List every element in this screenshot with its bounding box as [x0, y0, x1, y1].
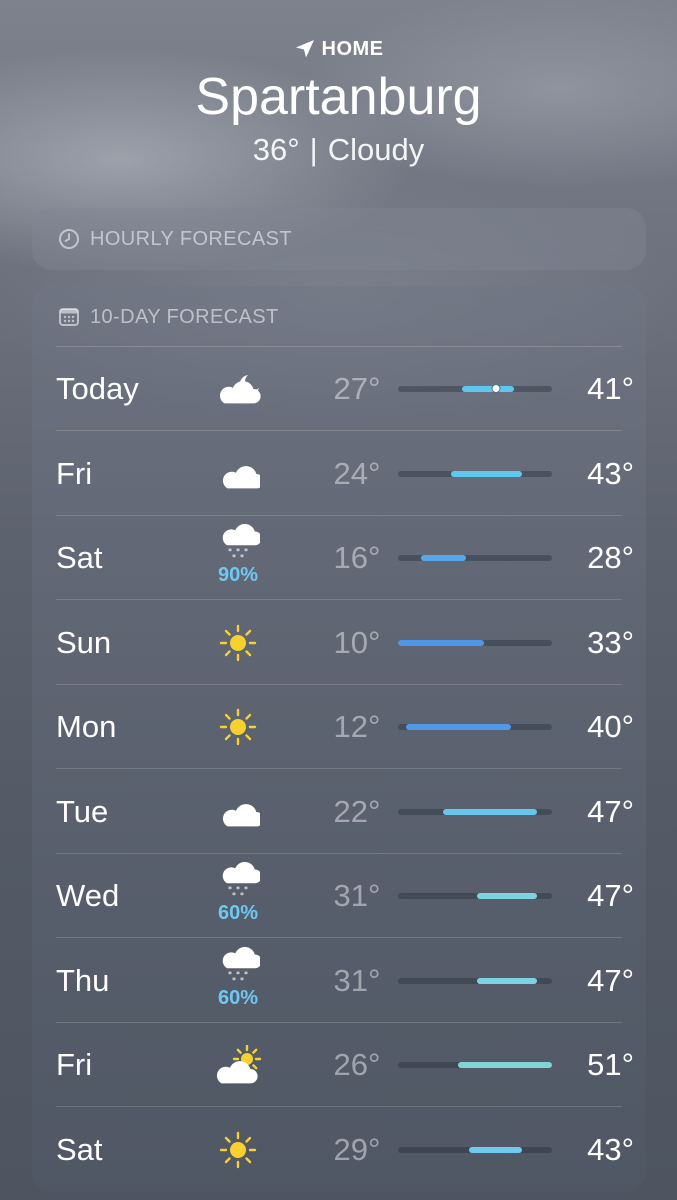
high-temperature: 51°	[587, 1047, 634, 1082]
forecast-row[interactable]: Fri 26° 51°	[32, 1023, 646, 1107]
temperature-range-bar	[420, 555, 466, 561]
forecast-day-label: Sat	[56, 540, 103, 575]
temperature-range-bar	[476, 893, 537, 899]
forecast-row[interactable]: Sat 29° 43°	[32, 1108, 646, 1192]
low-temperature: 26°	[333, 1047, 381, 1082]
current-temperature-dot	[491, 384, 501, 393]
low-temperature: 31°	[333, 962, 381, 998]
svg-text:*: *	[240, 976, 244, 985]
forecast-icon-wrap: * * * * * 60%	[206, 939, 270, 1023]
high-temperature: 41°	[587, 371, 634, 406]
precipitation-chance: 60%	[217, 986, 259, 1009]
hourly-forecast-panel[interactable]: HOURLY FORECAST	[32, 208, 646, 270]
city-name: Spartanburg	[195, 68, 482, 126]
forecast-icon-wrap	[206, 1023, 270, 1107]
svg-text:*: *	[232, 976, 236, 985]
forecast-day-label: Wed	[56, 878, 120, 913]
high-temperature: 43°	[587, 455, 634, 491]
forecast-icon-wrap	[206, 432, 270, 516]
temperature-range-bar	[405, 724, 511, 730]
summary-separator: |	[309, 132, 318, 167]
forecast-row[interactable]: Sun 10° 33°	[32, 601, 646, 685]
temperature-range-track	[398, 977, 552, 984]
high-temperature: 47°	[587, 793, 634, 829]
temperature-range-bar	[398, 639, 485, 646]
hourly-forecast-header: HOURLY FORECAST	[58, 225, 292, 253]
temperature-range-track	[398, 808, 552, 815]
temperature-range-bar	[469, 1146, 522, 1153]
home-location-row: HOME	[0, 36, 677, 62]
svg-text:*: *	[244, 970, 248, 979]
hourly-forecast-title: HOURLY FORECAST	[90, 227, 292, 250]
forecast-row[interactable]: Tue 22° 47°	[32, 770, 646, 854]
temperature-range-track	[398, 724, 552, 730]
current-temperature: 36°	[252, 132, 300, 167]
forecast-day-label: Sun	[56, 624, 112, 660]
svg-text:*: *	[240, 553, 244, 562]
forecast-icon-wrap	[206, 601, 270, 685]
high-temperature: 40°	[587, 709, 634, 744]
high-temperature: 43°	[587, 1131, 634, 1167]
svg-text:*: *	[244, 547, 248, 556]
calendar-icon	[58, 306, 80, 328]
low-temperature: 22°	[333, 793, 381, 829]
svg-text:*: *	[244, 885, 248, 894]
temperature-range-track	[398, 1062, 552, 1068]
forecast-day-label: Fri	[56, 1047, 93, 1082]
temperature-range-track	[398, 1146, 552, 1153]
low-temperature: 31°	[333, 878, 381, 913]
svg-text:*: *	[240, 891, 244, 900]
low-temperature: 16°	[333, 540, 381, 575]
temperature-range-track	[398, 384, 552, 393]
forecast-icon-wrap	[206, 770, 270, 854]
high-temperature: 28°	[587, 540, 634, 575]
precipitation-chance: 60%	[217, 902, 259, 924]
forecast-row[interactable]: Mon 12° 40°	[32, 685, 646, 769]
ten-day-forecast-panel[interactable]: 10-DAY FORECAST Today 27° 41° Fri 24° 43° Sat *…	[32, 286, 646, 1192]
forecast-icon-wrap: * * * * * 90%	[206, 516, 270, 600]
forecast-icon-wrap	[206, 685, 270, 769]
high-temperature: 33°	[587, 624, 634, 660]
clock-icon	[58, 228, 80, 250]
temperature-range-bar	[450, 470, 522, 477]
temperature-range-track	[398, 555, 552, 561]
temperature-range-track	[398, 639, 552, 646]
forecast-day-label: Fri	[56, 455, 93, 491]
temperature-range-bar	[476, 977, 537, 984]
current-summary: 36° | Cloudy	[0, 130, 677, 170]
ten-day-forecast-header: 10-DAY FORECAST	[58, 303, 279, 331]
forecast-icon-wrap	[206, 347, 270, 431]
temperature-range-track	[398, 470, 552, 477]
high-temperature: 47°	[587, 878, 634, 913]
svg-text:*: *	[232, 553, 236, 562]
temperature-range-bar	[458, 1062, 552, 1068]
low-temperature: 27°	[333, 371, 381, 406]
home-label: HOME	[321, 37, 384, 60]
forecast-row[interactable]: Sat * * * * * 90% 16° 28°	[32, 516, 646, 600]
forecast-icon-wrap: * * * * * 60%	[206, 854, 270, 938]
forecast-day-label: Today	[56, 371, 139, 406]
forecast-day-label: Tue	[56, 793, 109, 829]
low-temperature: 10°	[333, 624, 381, 660]
temperature-range-bar	[443, 808, 537, 815]
svg-text:*: *	[232, 891, 236, 900]
temperature-range-bar	[461, 386, 515, 392]
low-temperature: 29°	[333, 1131, 381, 1167]
temperature-range-track	[398, 893, 552, 899]
precipitation-chance: 90%	[217, 564, 259, 586]
low-temperature: 24°	[333, 455, 381, 491]
forecast-row[interactable]: Thu * * * * * 60% 31° 47°	[32, 939, 646, 1023]
high-temperature: 47°	[587, 962, 634, 998]
ten-day-forecast-title: 10-DAY FORECAST	[90, 305, 279, 328]
forecast-row[interactable]: Today 27° 41°	[32, 347, 646, 431]
forecast-row[interactable]: Wed * * * * * 60% 31° 47°	[32, 854, 646, 938]
low-temperature: 12°	[333, 709, 381, 744]
forecast-row[interactable]: Fri 24° 43°	[32, 432, 646, 516]
forecast-day-label: Thu	[56, 962, 110, 998]
forecast-day-label: Sat	[56, 1131, 103, 1167]
location-arrow-icon	[294, 38, 316, 60]
forecast-icon-wrap	[206, 1108, 270, 1192]
forecast-day-label: Mon	[56, 709, 117, 744]
current-condition: Cloudy	[327, 132, 425, 167]
